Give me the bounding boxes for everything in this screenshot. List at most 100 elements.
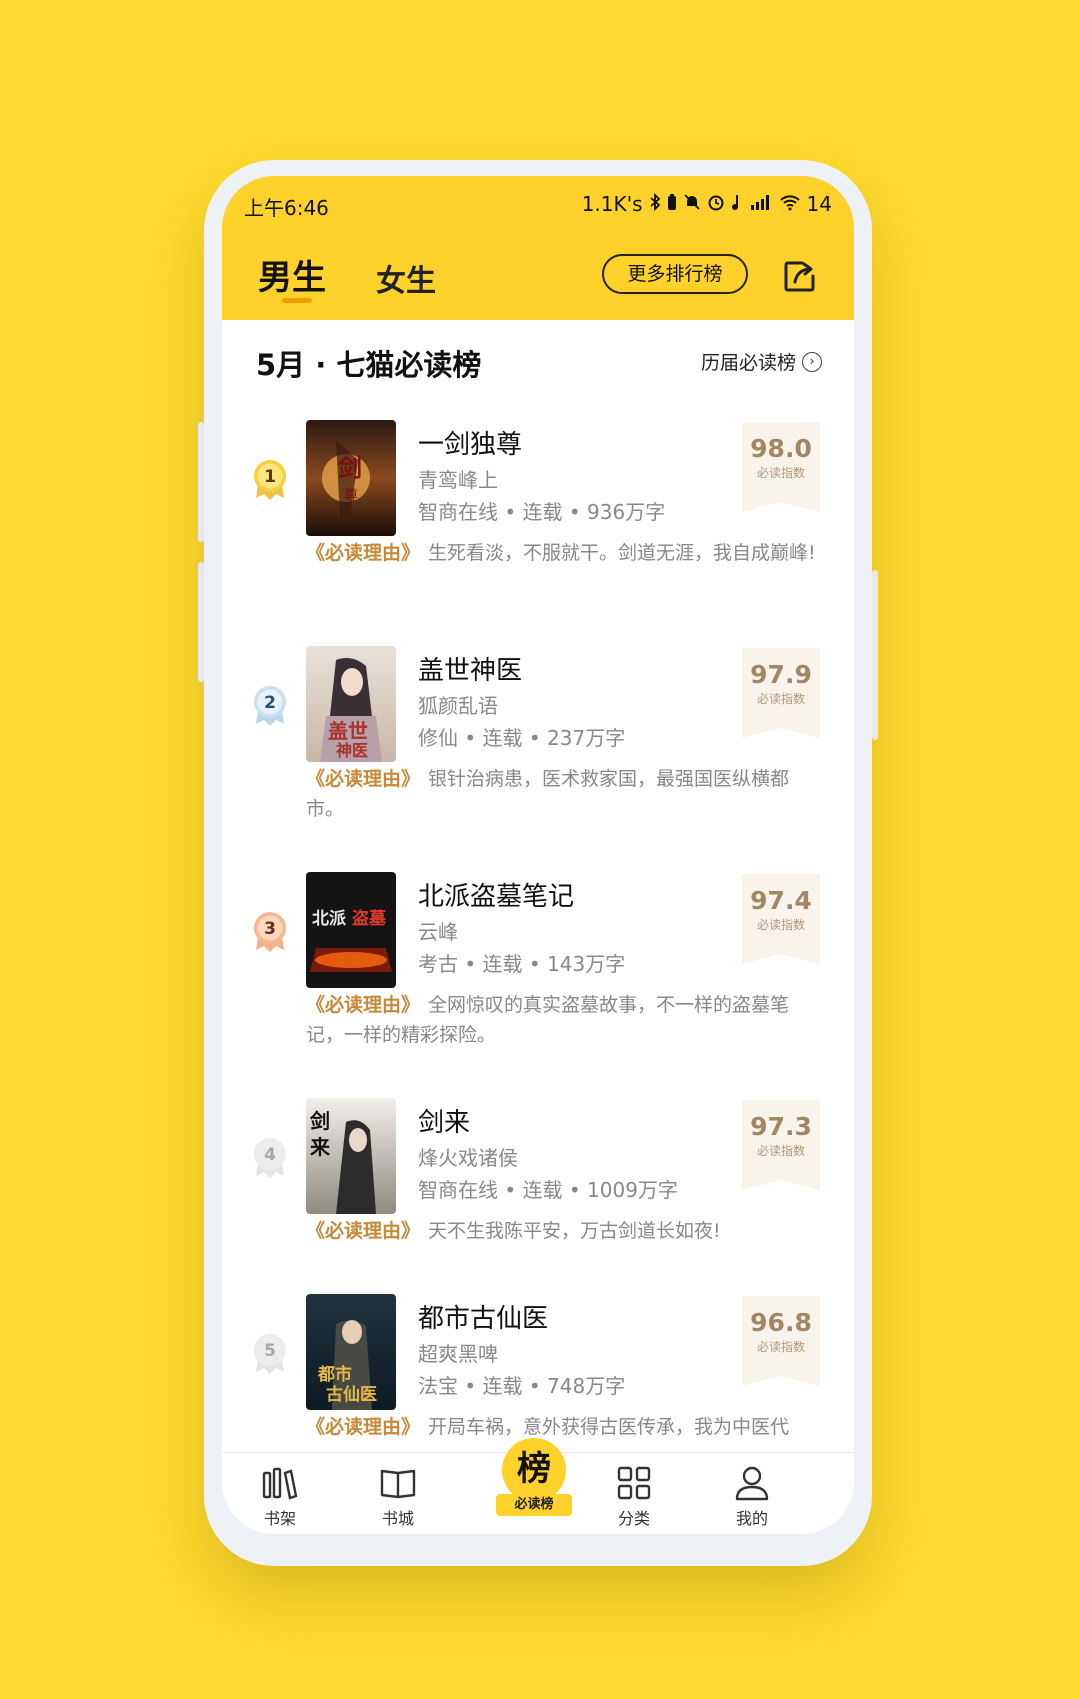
score-label: 必读指数: [756, 1340, 805, 1354]
tab-male[interactable]: 男生: [258, 250, 326, 299]
svg-text:都市: 都市: [317, 1364, 352, 1385]
book-list: 1 剑 尊 一剑独尊 青鸾峰上 智商在线 • 连载 • 936万字 98.0 必…: [222, 400, 854, 1454]
list-item[interactable]: 5 都市 古仙医 都市古仙医 超爽黑啤 法宝 • 连载 • 748万字 96.8…: [222, 1274, 854, 1454]
battery-level: 14: [806, 192, 832, 216]
rank-badge-silver: 2: [252, 684, 288, 728]
phone-side-button: [198, 422, 204, 542]
ranking-icon: 榜: [502, 1438, 566, 1502]
mute-bell-icon: [683, 192, 701, 216]
score-badge: 97.4 必读指数: [742, 874, 820, 964]
read-reason: 《必读理由》 全网惊叹的真实盗墓故事，不一样的盗墓笔记，一样的精彩探险。: [306, 990, 816, 1050]
rank-number: 1: [264, 467, 276, 487]
book-meta: 修仙 • 连载 • 237万字: [418, 726, 626, 750]
share-icon[interactable]: [782, 258, 818, 294]
svg-text:来: 来: [309, 1135, 331, 1159]
reason-text: 天不生我陈平安，万古剑道长如夜!: [428, 1220, 721, 1242]
tab-label: 必读榜: [496, 1494, 572, 1516]
page-title: 5月 · 七猫必读榜: [256, 348, 482, 382]
svg-text:盗墓: 盗墓: [352, 908, 387, 929]
reason-tag: 《必读理由》: [306, 1220, 421, 1242]
reason-tag: 《必读理由》: [306, 542, 421, 564]
book-meta: 法宝 • 连载 • 748万字: [418, 1374, 626, 1398]
svg-text:盖世: 盖世: [328, 719, 368, 743]
book-meta: 智商在线 • 连载 • 1009万字: [418, 1178, 678, 1202]
score-value: 96.8: [750, 1308, 812, 1337]
list-item[interactable]: 3 北派 盗墓 北派盗墓笔记 云峰 考古 • 连载 • 143万字 97.4 必…: [222, 852, 854, 1079]
network-speed: 1.1K's: [581, 192, 643, 216]
score-value: 98.0: [750, 434, 812, 463]
read-reason: 《必读理由》 生死看淡，不服就干。剑道无涯，我自成巅峰!: [306, 538, 816, 568]
tab-category[interactable]: 分类: [594, 1463, 674, 1529]
signal-icon: [749, 192, 773, 216]
book-cover[interactable]: 剑 来: [306, 1098, 396, 1214]
reason-tag: 《必读理由》: [306, 1416, 421, 1438]
reason-tag: 《必读理由》: [306, 994, 421, 1016]
score-value: 97.9: [750, 660, 812, 689]
more-rankings-button[interactable]: 更多排行榜: [602, 254, 748, 294]
status-bar: 上午6:46 1.1K's 14: [244, 190, 832, 222]
rank-badge-plain: 4: [252, 1136, 288, 1180]
book-title[interactable]: 剑来: [418, 1102, 470, 1139]
book-title[interactable]: 一剑独尊: [418, 424, 522, 461]
svg-text:剑: 剑: [309, 1109, 330, 1133]
history-rankings-link[interactable]: 历届必读榜 ›: [701, 348, 822, 375]
book-cover[interactable]: 盖世 神医: [306, 646, 396, 762]
tab-label: 分类: [617, 1509, 650, 1528]
book-author: 超爽黑啤: [418, 1342, 498, 1366]
book-author: 云峰: [418, 920, 458, 944]
alarm-icon: [707, 192, 725, 216]
book-meta: 智商在线 • 连载 • 936万字: [418, 500, 666, 524]
score-label: 必读指数: [756, 1144, 805, 1158]
app-screen: 上午6:46 1.1K's 14 男生 女生 更多排行榜 5月 · 七猫必读榜 …: [222, 176, 854, 1534]
reason-text: 开局车祸，意外获得古医传承，我为中医代: [428, 1416, 790, 1438]
read-reason: 《必读理由》 银针治病患，医术救家国，最强国医纵横都市。: [306, 764, 816, 824]
rank-number: 3: [264, 919, 276, 939]
book-title[interactable]: 盖世神医: [418, 650, 522, 687]
chevron-right-icon: ›: [802, 351, 822, 372]
score-badge: 98.0 必读指数: [742, 422, 820, 512]
tab-bookshelf[interactable]: 书架: [240, 1463, 320, 1529]
rank-badge-gold: 1: [252, 458, 288, 502]
rank-number: 4: [264, 1145, 276, 1165]
svg-text:尊: 尊: [344, 487, 358, 504]
book-title[interactable]: 都市古仙医: [418, 1298, 548, 1335]
list-item[interactable]: 4 剑 来 剑来 烽火戏诸侯 智商在线 • 连载 • 1009万字 97.3 必…: [222, 1078, 854, 1275]
grid-icon: [614, 1463, 654, 1503]
book-cover[interactable]: 剑 尊: [306, 420, 396, 536]
score-value: 97.4: [750, 886, 812, 915]
list-item[interactable]: 2 盖世 神医 盖世神医 狐颜乱语 修仙 • 连载 • 237万字 97.9 必…: [222, 626, 854, 853]
phone-side-button: [198, 562, 204, 682]
rank-badge-bronze: 3: [252, 910, 288, 954]
tab-label: 我的: [735, 1509, 768, 1528]
book-cover[interactable]: 北派 盗墓: [306, 872, 396, 988]
score-badge: 97.3 必读指数: [742, 1100, 820, 1190]
bluetooth-icon: [649, 192, 661, 216]
read-reason: 《必读理由》 天不生我陈平安，万古剑道长如夜!: [306, 1216, 816, 1246]
tab-female[interactable]: 女生: [376, 256, 436, 300]
score-value: 97.3: [750, 1112, 812, 1141]
rank-number: 2: [264, 693, 276, 713]
tab-must-read-ranking[interactable]: 榜 必读榜: [496, 1438, 572, 1532]
battery-small-icon: [667, 192, 677, 216]
list-item[interactable]: 1 剑 尊 一剑独尊 青鸾峰上 智商在线 • 连载 • 936万字 98.0 必…: [222, 400, 854, 627]
rank-badge-plain: 5: [252, 1332, 288, 1376]
score-badge: 96.8 必读指数: [742, 1296, 820, 1386]
book-meta: 考古 • 连载 • 143万字: [418, 952, 626, 976]
tab-mine[interactable]: 我的: [712, 1463, 792, 1529]
tab-bookstore[interactable]: 书城: [358, 1463, 438, 1529]
book-icon: [378, 1463, 418, 1503]
book-cover[interactable]: 都市 古仙医: [306, 1294, 396, 1410]
book-author: 烽火戏诸侯: [418, 1146, 518, 1170]
svg-text:古仙医: 古仙医: [326, 1384, 377, 1405]
shelf-icon: [260, 1463, 300, 1503]
score-label: 必读指数: [756, 466, 805, 480]
tab-label: 书架: [263, 1509, 296, 1528]
music-icon: [731, 192, 743, 216]
status-icons: 1.1K's 14: [582, 192, 832, 216]
book-title[interactable]: 北派盗墓笔记: [418, 876, 574, 913]
book-author: 狐颜乱语: [418, 694, 498, 718]
book-author: 青鸾峰上: [418, 468, 498, 492]
reason-text: 生死看淡，不服就干。剑道无涯，我自成巅峰!: [428, 542, 816, 564]
score-label: 必读指数: [756, 692, 805, 706]
score-badge: 97.9 必读指数: [742, 648, 820, 738]
